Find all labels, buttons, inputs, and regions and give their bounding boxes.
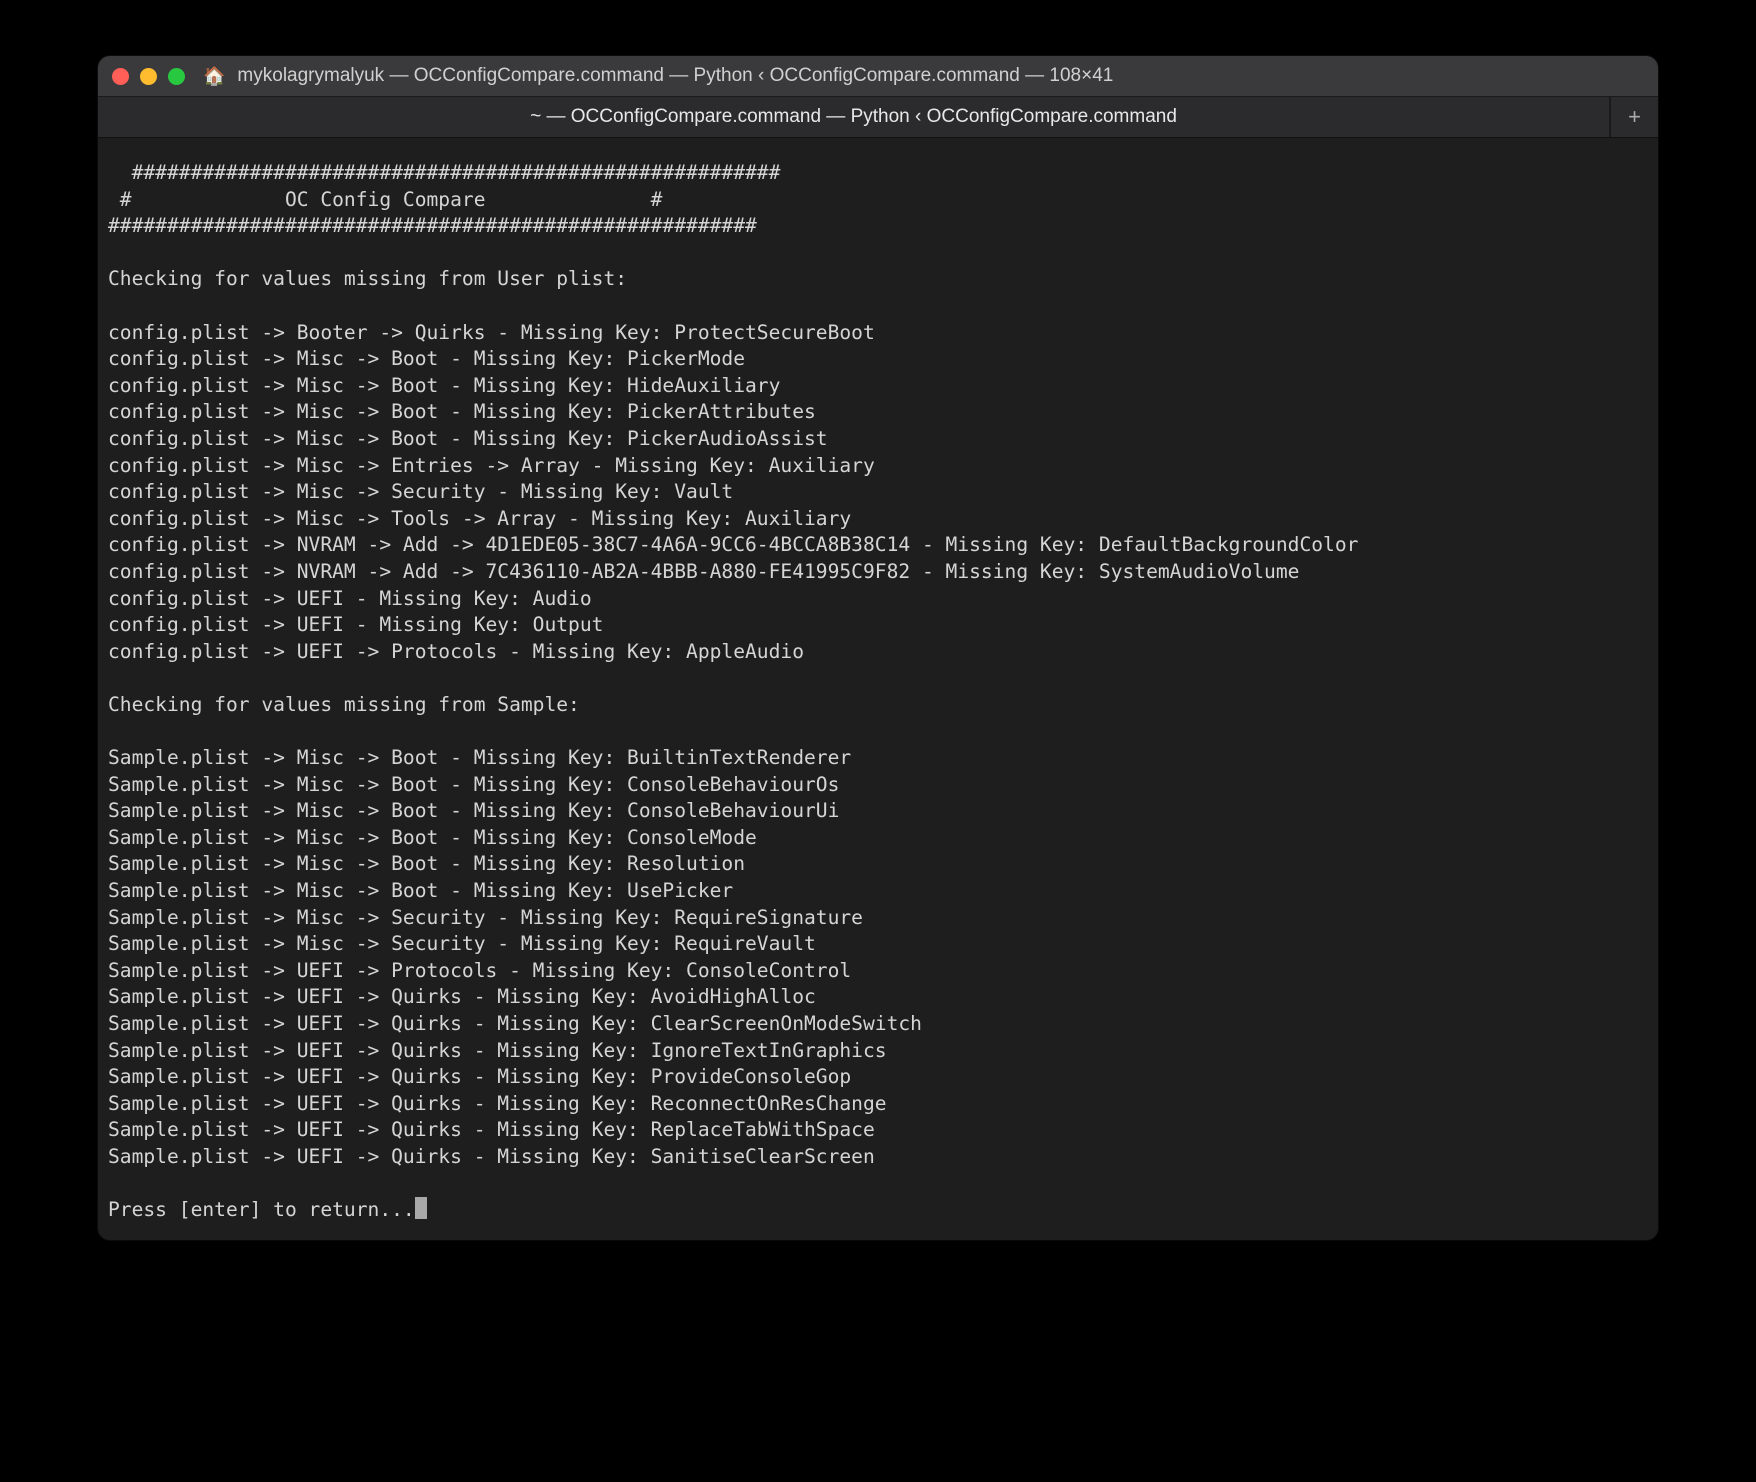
output-line: config.plist -> Misc -> Boot - Missing K…	[108, 400, 816, 423]
output-line: config.plist -> Misc -> Boot - Missing K…	[108, 347, 745, 370]
output-line: Sample.plist -> Misc -> Security - Missi…	[108, 932, 816, 955]
output-line: Sample.plist -> Misc -> Boot - Missing K…	[108, 879, 733, 902]
output-line: Sample.plist -> Misc -> Security - Missi…	[108, 906, 863, 929]
output-line: Sample.plist -> UEFI -> Quirks - Missing…	[108, 1145, 875, 1168]
output-line: Sample.plist -> UEFI -> Quirks - Missing…	[108, 1118, 875, 1141]
output-line: config.plist -> Misc -> Security - Missi…	[108, 480, 733, 503]
output-line: Sample.plist -> Misc -> Boot - Missing K…	[108, 852, 745, 875]
tab-active[interactable]: ~ — OCConfigCompare.command — Python ‹ O…	[98, 97, 1610, 137]
tab-bar: ~ — OCConfigCompare.command — Python ‹ O…	[98, 96, 1658, 138]
home-folder-icon: 🏠	[203, 66, 225, 87]
output-line: Sample.plist -> Misc -> Boot - Missing K…	[108, 799, 839, 822]
output-line: config.plist -> UEFI - Missing Key: Audi…	[108, 587, 592, 610]
plus-icon: +	[1628, 104, 1641, 130]
output-line: config.plist -> NVRAM -> Add -> 7C436110…	[108, 560, 1299, 583]
banner-line: ########################################…	[108, 214, 757, 237]
section-header-sample: Checking for values missing from Sample:	[108, 693, 580, 716]
output-line: Sample.plist -> Misc -> Boot - Missing K…	[108, 746, 851, 769]
output-line: config.plist -> UEFI - Missing Key: Outp…	[108, 613, 603, 636]
output-line: config.plist -> NVRAM -> Add -> 4D1EDE05…	[108, 533, 1358, 556]
output-line: config.plist -> Misc -> Tools -> Array -…	[108, 507, 851, 530]
terminal-window: 🏠 mykolagrymalyuk — OCConfigCompare.comm…	[98, 56, 1658, 1240]
cursor-icon	[415, 1197, 427, 1219]
output-line: config.plist -> Booter -> Quirks - Missi…	[108, 321, 875, 344]
output-line: Sample.plist -> UEFI -> Protocols - Miss…	[108, 959, 851, 982]
output-line: Sample.plist -> UEFI -> Quirks - Missing…	[108, 1012, 922, 1035]
window-title: mykolagrymalyuk — OCConfigCompare.comman…	[237, 65, 1113, 87]
output-line: Sample.plist -> Misc -> Boot - Missing K…	[108, 826, 757, 849]
output-line: Sample.plist -> Misc -> Boot - Missing K…	[108, 773, 839, 796]
banner-line: # OC Config Compare #	[108, 188, 662, 211]
output-line: config.plist -> UEFI -> Protocols - Miss…	[108, 640, 804, 663]
output-line: config.plist -> Misc -> Entries -> Array…	[108, 454, 875, 477]
tab-label: ~ — OCConfigCompare.command — Python ‹ O…	[530, 106, 1177, 128]
minimize-button[interactable]	[140, 68, 157, 85]
prompt-line: Press [enter] to return...	[108, 1198, 415, 1221]
traffic-lights	[112, 68, 185, 85]
terminal-content[interactable]: ########################################…	[98, 138, 1658, 1240]
output-line: Sample.plist -> UEFI -> Quirks - Missing…	[108, 1065, 851, 1088]
output-line: Sample.plist -> UEFI -> Quirks - Missing…	[108, 985, 816, 1008]
banner-line: ########################################…	[108, 161, 780, 184]
output-line: Sample.plist -> UEFI -> Quirks - Missing…	[108, 1039, 887, 1062]
section-header-user: Checking for values missing from User pl…	[108, 267, 627, 290]
titlebar[interactable]: 🏠 mykolagrymalyuk — OCConfigCompare.comm…	[98, 56, 1658, 96]
maximize-button[interactable]	[168, 68, 185, 85]
output-line: Sample.plist -> UEFI -> Quirks - Missing…	[108, 1092, 887, 1115]
new-tab-button[interactable]: +	[1610, 97, 1658, 137]
output-line: config.plist -> Misc -> Boot - Missing K…	[108, 374, 780, 397]
close-button[interactable]	[112, 68, 129, 85]
output-line: config.plist -> Misc -> Boot - Missing K…	[108, 427, 828, 450]
